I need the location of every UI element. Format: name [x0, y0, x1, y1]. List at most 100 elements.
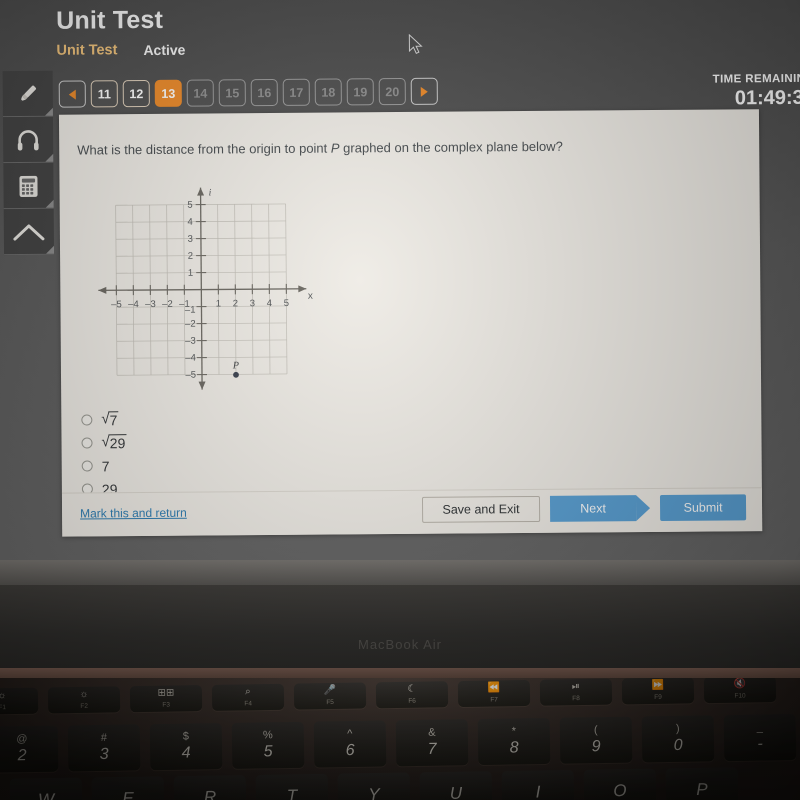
time-remaining: TIME REMAINING 01:49:33 — [713, 73, 800, 111]
key-f9[interactable]: ⏩ F9 — [621, 678, 695, 705]
fast-forward-icon: ⏩ — [651, 679, 665, 691]
pagination-item-14[interactable]: 14 — [186, 79, 214, 107]
key-w[interactable]: W — [9, 777, 83, 800]
answer-option-c[interactable]: 7 — [81, 455, 127, 476]
key-7-shift: & — [428, 726, 436, 739]
question-text: What is the distance from the origin to … — [77, 139, 563, 158]
svg-text:–1: –1 — [185, 305, 196, 316]
status-badge: Active — [143, 41, 186, 59]
submit-button[interactable]: Submit — [659, 494, 747, 521]
mute-icon: 🔇 — [733, 678, 747, 690]
laptop-photo: Unit Test Unit Test Active TIME REMAININ… — [0, 0, 800, 800]
key-7[interactable]: & 7 — [395, 719, 469, 767]
next-button[interactable]: Next — [549, 495, 637, 522]
key-0[interactable]: ) 0 — [641, 715, 715, 763]
pagination-item-11[interactable]: 11 — [90, 80, 118, 108]
key-8[interactable]: * 8 — [477, 717, 551, 766]
pagination-item-20[interactable]: 20 — [378, 77, 406, 106]
keyboard-function-row: ☼ F1 ☼ F2 ⊞⊞ F3 ⌕ F4 🎤 F5 ☾ F6 ⏪ F7 ⏯ F8… — [0, 678, 800, 715]
key-f4[interactable]: ⌕ F4 — [211, 683, 285, 711]
svg-text:–3: –3 — [185, 336, 196, 347]
answer-option-b[interactable]: √ 29 — [81, 432, 127, 453]
svg-text:5: 5 — [187, 200, 192, 211]
sqrt-expression: √ 7 — [101, 410, 119, 429]
key-8-label: 8 — [509, 738, 519, 757]
key-f8-label: F8 — [572, 695, 580, 703]
svg-text:3: 3 — [250, 298, 255, 309]
key-w-label: W — [37, 790, 55, 800]
answer-options: √ 7 √ 29 7 29 — [81, 409, 127, 495]
mission-control-icon: ⊞⊞ — [157, 687, 175, 699]
key-f6-label: F6 — [408, 697, 416, 705]
laptop-keyboard: ☼ F1 ☼ F2 ⊞⊞ F3 ⌕ F4 🎤 F5 ☾ F6 ⏪ F7 ⏯ F8… — [0, 678, 800, 800]
key-o[interactable]: O — [583, 768, 657, 800]
key-f7[interactable]: ⏪ F7 — [457, 679, 531, 708]
key-f2[interactable]: ☼ F2 — [47, 686, 121, 714]
pencil-tool-button[interactable] — [2, 70, 53, 118]
key-minus[interactable]: _ - — [723, 714, 797, 762]
key-r[interactable]: R — [173, 775, 247, 800]
radio-button-b[interactable] — [81, 437, 93, 449]
key-4[interactable]: $ 4 — [149, 723, 223, 771]
laptop-bezel: MacBook Air — [0, 585, 800, 675]
pencil-icon — [14, 79, 42, 107]
pagination-item-19[interactable]: 19 — [346, 78, 374, 106]
key-4-label: 4 — [181, 744, 191, 762]
page-title: Unit Test — [56, 5, 164, 35]
calculator-icon — [14, 171, 42, 199]
key-f4-label: F4 — [244, 700, 252, 708]
pagination-item-12[interactable]: 12 — [122, 79, 150, 108]
key-9-label: 9 — [591, 737, 601, 755]
key-p[interactable]: P — [665, 767, 739, 800]
pagination-item-18[interactable]: 18 — [314, 78, 342, 106]
key-y-label: Y — [368, 784, 380, 800]
save-and-exit-button[interactable]: Save and Exit — [421, 495, 541, 523]
key-f8[interactable]: ⏯ F8 — [539, 678, 613, 706]
mark-this-and-return-link[interactable]: Mark this and return — [80, 506, 187, 521]
svg-text:i: i — [209, 188, 212, 199]
key-f9-label: F9 — [654, 693, 662, 701]
key-t[interactable]: T — [255, 773, 329, 800]
key-2[interactable]: @ 2 — [0, 725, 59, 773]
svg-text:–4: –4 — [185, 353, 196, 364]
headphones-icon — [14, 125, 42, 153]
key-f5[interactable]: 🎤 F5 — [293, 682, 367, 710]
key-e[interactable]: E — [91, 776, 165, 800]
answer-option-a-label: √ 7 — [101, 410, 119, 429]
pagination-item-13[interactable]: 13 — [154, 79, 182, 107]
key-6[interactable]: ^ 6 — [313, 720, 387, 768]
svg-text:4: 4 — [187, 217, 192, 228]
svg-text:x: x — [308, 291, 313, 302]
question-scroll-area[interactable]: What is the distance from the origin to … — [59, 109, 762, 495]
key-u-label: U — [449, 783, 463, 800]
key-3[interactable]: # 3 — [67, 724, 141, 772]
key-f6[interactable]: ☾ F6 — [375, 681, 449, 709]
pagination-item-17[interactable]: 17 — [282, 78, 310, 106]
question-card: What is the distance from the origin to … — [58, 109, 763, 537]
key-f1[interactable]: ☼ F1 — [0, 687, 39, 715]
pagination-item-15[interactable]: 15 — [218, 79, 246, 107]
answer-option-a[interactable]: √ 7 — [81, 409, 126, 430]
radio-button-c[interactable] — [81, 460, 93, 472]
chevron-left-icon — [68, 89, 76, 100]
key-f10-label: F10 — [734, 692, 746, 700]
audio-tool-button[interactable] — [2, 116, 54, 164]
key-f10[interactable]: 🔇 F10 — [703, 678, 777, 704]
pagination-next-button[interactable] — [410, 77, 438, 105]
card-footer: Mark this and return Save and Exit Next … — [61, 487, 763, 537]
key-9[interactable]: ( 9 — [559, 716, 633, 764]
radio-button-a[interactable] — [81, 414, 93, 426]
question-text-after: graphed on the complex plane below? — [339, 138, 563, 156]
key-i[interactable]: I — [501, 769, 575, 800]
svg-text:2: 2 — [233, 298, 238, 309]
pagination-item-16[interactable]: 16 — [250, 78, 278, 107]
scroll-up-button[interactable] — [3, 208, 55, 256]
key-u[interactable]: U — [419, 771, 493, 800]
key-f3[interactable]: ⊞⊞ F3 — [129, 685, 203, 713]
key-y[interactable]: Y — [337, 772, 411, 800]
radicand-a: 7 — [108, 411, 119, 429]
breadcrumb: Unit Test Active — [56, 42, 185, 59]
calculator-tool-button[interactable] — [3, 162, 54, 210]
key-5[interactable]: % 5 — [231, 721, 305, 769]
pagination-prev-button[interactable] — [58, 80, 86, 108]
